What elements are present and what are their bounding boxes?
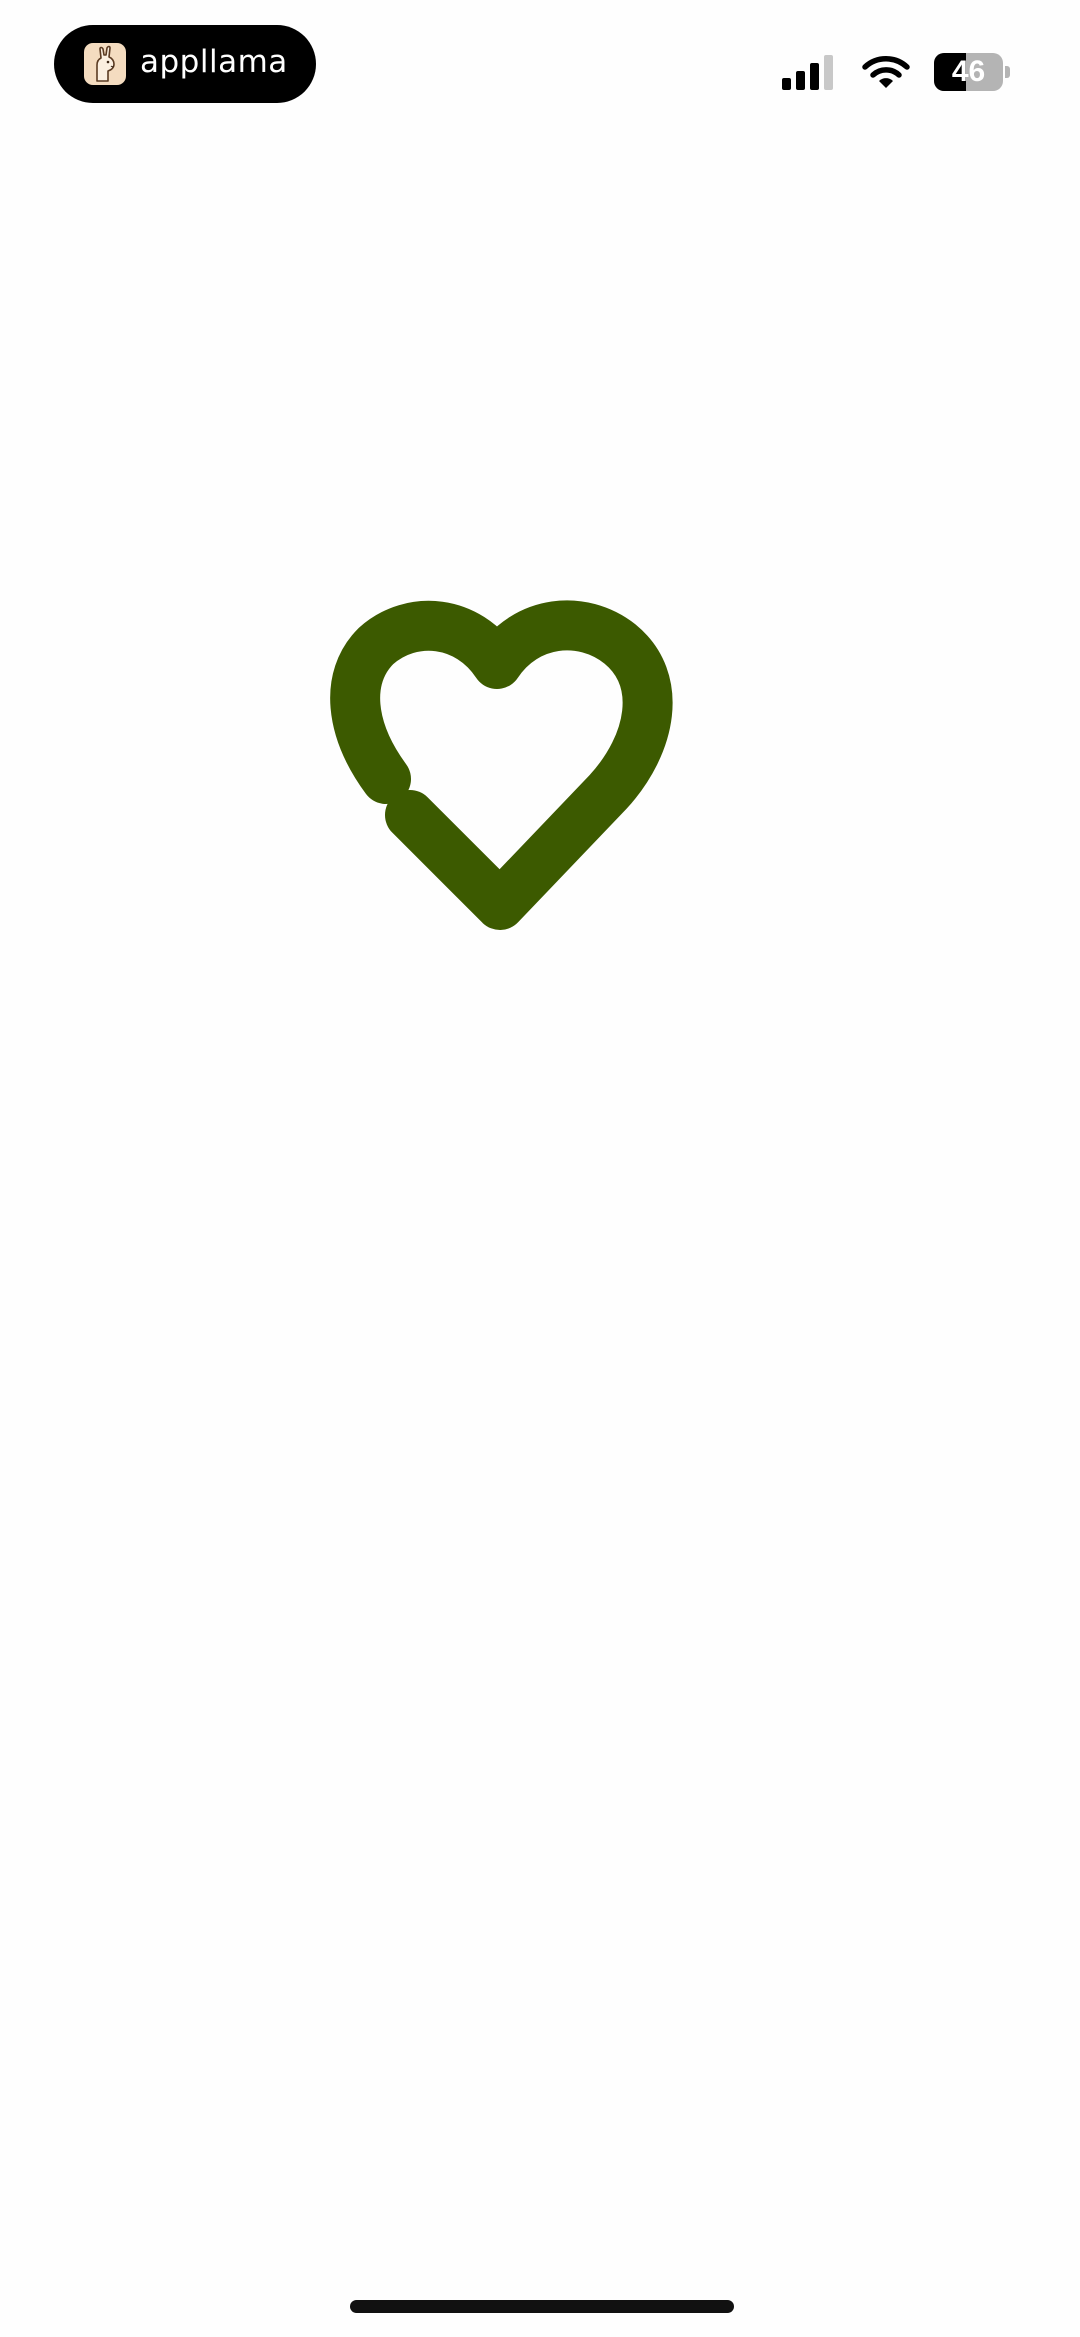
battery-indicator: 46 xyxy=(934,53,1010,91)
battery-percent: 46 xyxy=(951,55,986,88)
cellular-signal-icon xyxy=(782,55,833,90)
app-indicator-pill[interactable]: appllama xyxy=(54,25,316,103)
battery-shell: 46 xyxy=(934,53,1004,91)
app-name-label: appllama xyxy=(140,43,288,80)
wifi-icon xyxy=(862,56,910,88)
battery-nub xyxy=(1005,66,1010,78)
home-indicator[interactable] xyxy=(350,2300,734,2313)
heart-checkmark-logo-icon xyxy=(330,600,673,930)
status-icons: 46 xyxy=(782,50,1010,94)
llama-icon xyxy=(84,43,126,85)
splash-screen: appllama 46 xyxy=(0,0,1080,2337)
